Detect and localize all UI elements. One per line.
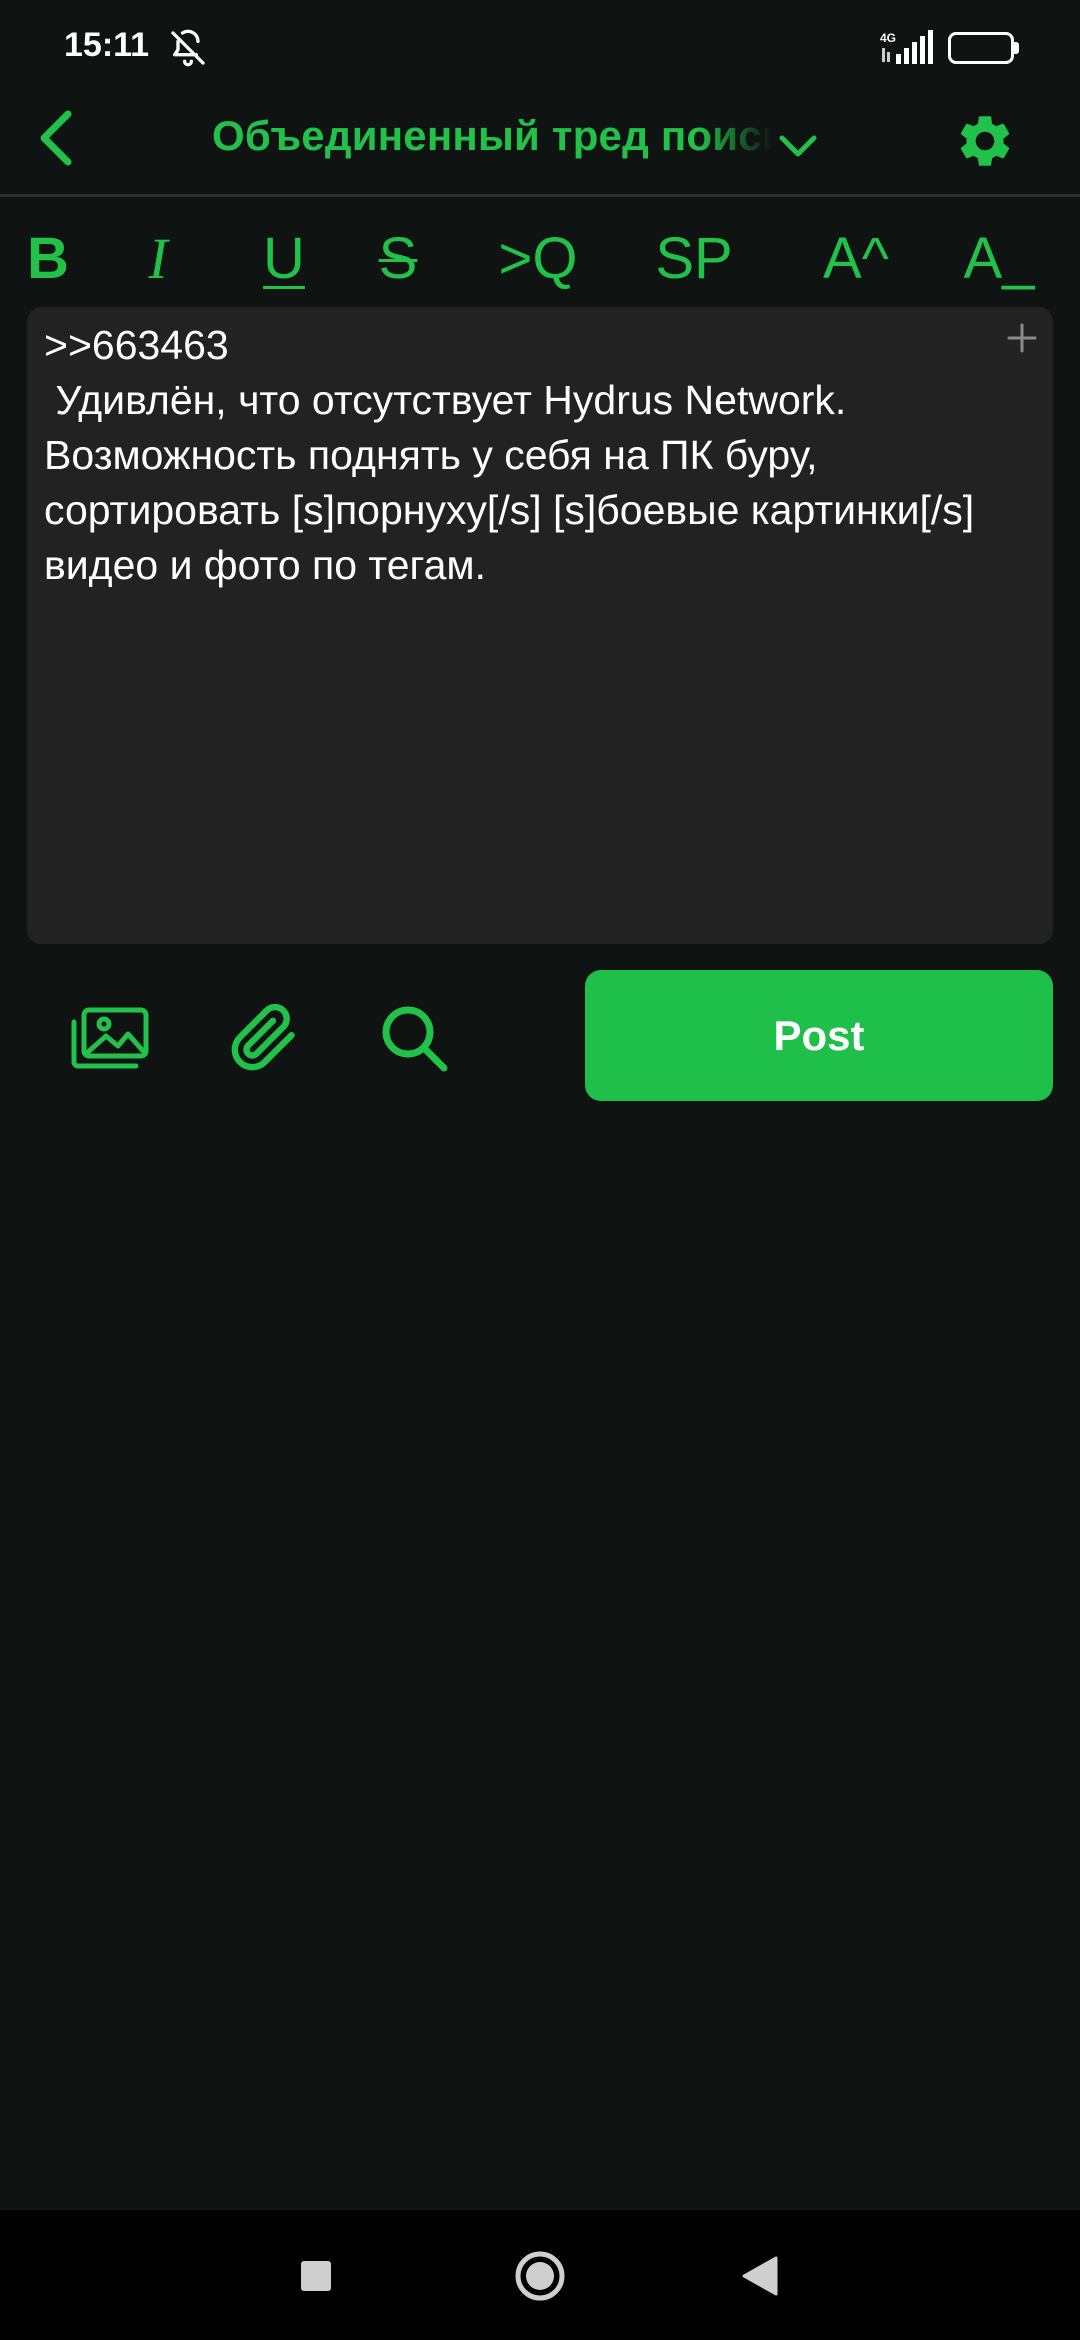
underline-button[interactable]: U [254, 218, 314, 298]
back-nav-button[interactable] [724, 2240, 796, 2312]
status-time: 15:11 [64, 26, 150, 64]
quote-button[interactable]: >Q [488, 218, 588, 298]
signal-icon: 4G [878, 30, 942, 66]
comment-text[interactable]: >>663463 Удивлён, что отсутствует Hydrus… [44, 318, 984, 593]
search-button[interactable] [372, 996, 456, 1080]
triangle-back-icon [742, 2256, 778, 2296]
circle-home-icon [515, 2251, 565, 2301]
back-chevron-icon [40, 110, 72, 166]
superscript-button[interactable]: A^ [808, 218, 904, 298]
settings-button[interactable] [950, 106, 1020, 176]
thread-title-button[interactable]: Объединенный тред поиск [212, 112, 772, 172]
search-icon [382, 1006, 448, 1072]
italic-button[interactable]: I [128, 218, 188, 298]
bold-button[interactable]: B [18, 218, 78, 298]
app-bar-divider [0, 194, 1080, 197]
post-button[interactable]: Post [585, 970, 1053, 1101]
bell-off-icon [168, 28, 208, 68]
subscript-button[interactable]: A_ [944, 218, 1054, 298]
expand-editor-button[interactable] [1002, 318, 1042, 358]
home-button[interactable] [504, 2240, 576, 2312]
paperclip-icon [231, 1003, 295, 1071]
title-fade [700, 112, 772, 172]
network-label: 4G [880, 31, 896, 45]
thread-title: Объединенный тред поиск [212, 112, 772, 159]
title-dropdown[interactable] [774, 122, 822, 170]
spoiler-button[interactable]: SP [648, 218, 740, 298]
strikethrough-button[interactable]: S [368, 218, 428, 298]
gear-icon [960, 116, 1010, 166]
attach-file-button[interactable] [222, 996, 306, 1080]
attach-image-button[interactable] [68, 996, 152, 1080]
chevron-down-icon [779, 135, 817, 157]
plus-icon [1007, 323, 1037, 353]
battery-tip [1014, 42, 1019, 54]
battery-percent: 37 [969, 37, 993, 59]
image-gallery-icon [71, 1007, 149, 1069]
back-button[interactable] [20, 98, 92, 178]
square-recents-icon [301, 2261, 331, 2291]
recents-button[interactable] [280, 2240, 352, 2312]
battery-icon: 37 [948, 32, 1014, 64]
